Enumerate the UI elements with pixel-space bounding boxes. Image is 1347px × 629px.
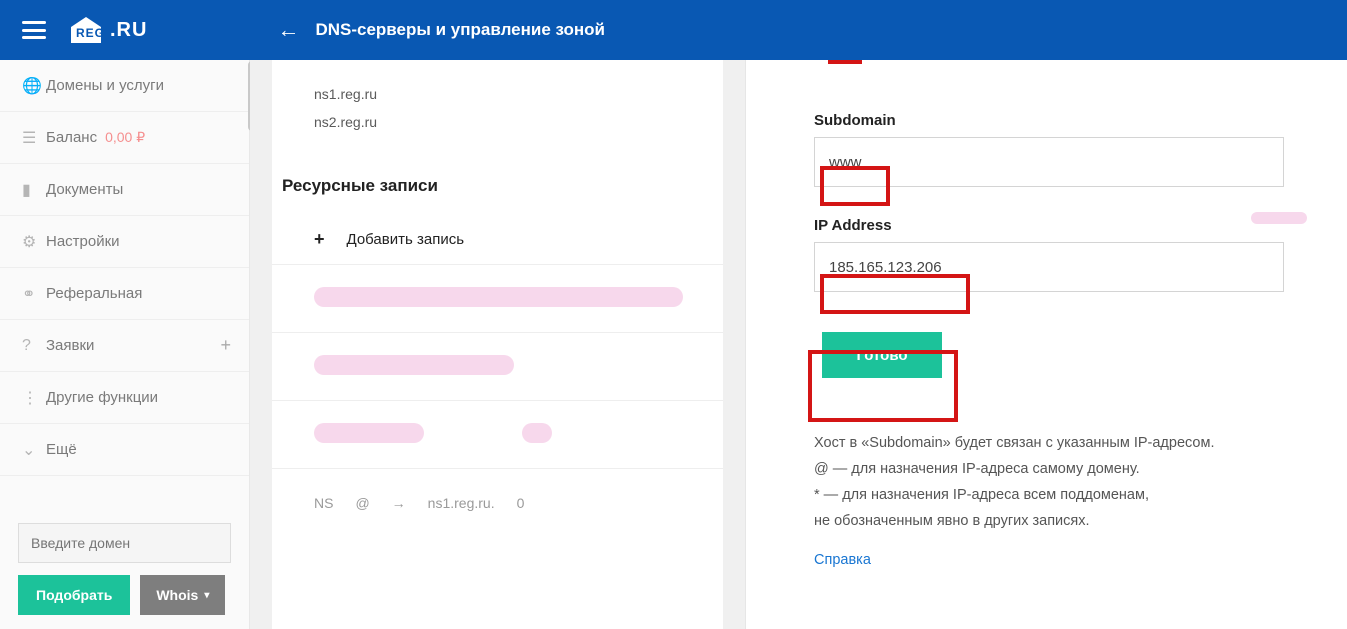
sidebar-item-label: Документы [46, 181, 123, 198]
sidebar-item-label: Реферальная [46, 285, 142, 302]
masked-record [272, 400, 723, 468]
menu-icon[interactable] [22, 21, 46, 39]
add-record-button[interactable]: + Добавить запись [314, 214, 723, 264]
highlight-box [820, 274, 970, 314]
ip-label: IP Address [814, 217, 1311, 234]
sidebar-item-label: Другие функции [46, 389, 158, 406]
top-bar: REG .RU ← DNS-серверы и управление зоной [0, 0, 1347, 60]
plus-icon: + [314, 229, 325, 250]
balance-value: 0,00 ₽ [105, 129, 145, 146]
sidebar-item-label: Настройки [46, 233, 120, 250]
zone-card: ns1.reg.ru ns2.reg.ru Ресурсные записи +… [272, 60, 723, 629]
dots-icon: ⋮ [22, 388, 46, 408]
sidebar-item-settings[interactable]: ⚙Настройки [0, 216, 249, 268]
doc-icon: ▮ [22, 180, 46, 200]
help-link[interactable]: Справка [814, 552, 871, 568]
masked-record [272, 332, 723, 400]
question-icon: ? [22, 337, 46, 355]
sidebar-item-label: Домены и услуги [46, 77, 164, 94]
svg-text:REG: REG [76, 26, 104, 40]
sidebar-item-other[interactable]: ⋮Другие функции [0, 372, 249, 424]
masked-area [1251, 212, 1307, 224]
sidebar-item-label: Ещё [46, 441, 77, 458]
whois-button[interactable]: Whois [140, 575, 225, 615]
sidebar-item-tickets[interactable]: ?Заявки + [0, 320, 249, 372]
ns-server: ns1.reg.ru [314, 80, 723, 108]
main-content: ns1.reg.ru ns2.reg.ru Ресурсные записи +… [250, 60, 745, 629]
balance-icon: ☰ [22, 128, 46, 148]
arrow-icon: → [392, 495, 406, 511]
add-record-label: Добавить запись [347, 231, 465, 248]
record-host: @ [355, 495, 369, 511]
sidebar-item-docs[interactable]: ▮Документы [0, 164, 249, 216]
record-ttl: 0 [517, 495, 525, 511]
sidebar-item-more[interactable]: ⌄Ещё [0, 424, 249, 476]
record-type: NS [314, 495, 333, 511]
gear-icon: ⚙ [22, 232, 46, 252]
sidebar-item-domains[interactable]: 🌐Домены и услуги [0, 60, 249, 112]
sidebar-footer: Подобрать Whois [0, 509, 249, 629]
logo-suffix: .RU [110, 19, 147, 42]
logo[interactable]: REG .RU [68, 15, 147, 45]
sidebar-item-referral[interactable]: ⚭Реферальная [0, 268, 249, 320]
ref-icon: ⚭ [22, 284, 46, 304]
masked-record [272, 264, 723, 332]
sidebar-item-label: Заявки [46, 337, 94, 354]
highlight-box [808, 350, 958, 422]
record-target: ns1.reg.ru. [428, 495, 495, 511]
domain-input[interactable] [18, 523, 231, 563]
ns-record-row[interactable]: NS @ → ns1.reg.ru. 0 [272, 468, 723, 536]
section-title: Ресурсные записи [282, 176, 723, 196]
add-ticket-icon[interactable]: + [220, 335, 231, 356]
sidebar-item-label: Баланс [46, 129, 97, 146]
ns-server: ns2.reg.ru [314, 108, 723, 136]
sidebar-item-balance[interactable]: ☰Баланс 0,00 ₽ [0, 112, 249, 164]
chevron-down-icon: ⌄ [22, 440, 46, 460]
back-arrow-icon[interactable]: ← [277, 17, 299, 43]
help-text: Хост в «Subdomain» будет связан с указан… [814, 430, 1311, 534]
page-title: DNS-серверы и управление зоной [315, 20, 605, 40]
subdomain-label: Subdomain [814, 112, 1311, 129]
pick-domain-button[interactable]: Подобрать [18, 575, 130, 615]
record-panel: ✕ A Subdomain IP Address Готово Хост в «… [745, 0, 1347, 629]
sidebar: 🌐Домены и услуги ☰Баланс 0,00 ₽ ▮Документ… [0, 60, 250, 629]
highlight-box [820, 166, 890, 206]
globe-icon: 🌐 [22, 76, 46, 96]
breadcrumb: ← DNS-серверы и управление зоной [277, 17, 605, 43]
